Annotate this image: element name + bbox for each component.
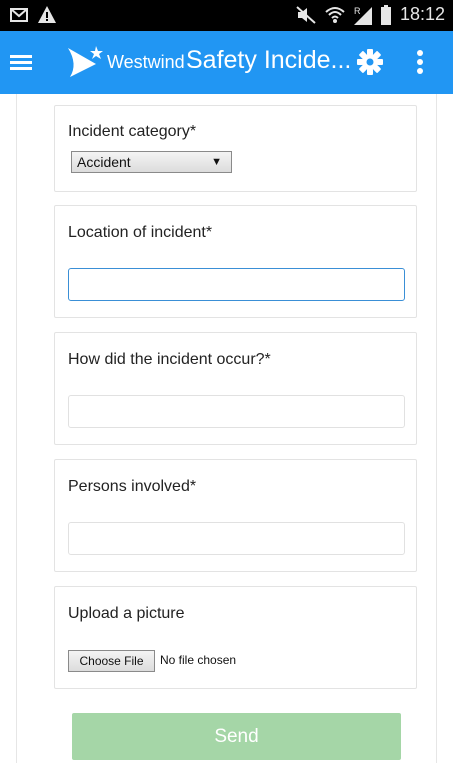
category-card: Incident category* Accident ▼ bbox=[54, 105, 417, 192]
battery-icon bbox=[380, 4, 391, 25]
status-bar-left bbox=[10, 6, 56, 23]
upload-label: Upload a picture bbox=[68, 605, 185, 622]
choose-file-button[interactable]: Choose File bbox=[68, 650, 155, 672]
persons-input[interactable] bbox=[68, 522, 405, 555]
location-card: Location of incident* bbox=[54, 205, 417, 318]
warning-icon bbox=[38, 6, 56, 23]
form-page: Incident category* Accident ▼ Location o… bbox=[16, 94, 437, 763]
brand-name: Westwind bbox=[107, 52, 185, 72]
signal-icon: R bbox=[353, 6, 372, 25]
location-label: Location of incident* bbox=[68, 224, 213, 241]
location-input[interactable] bbox=[68, 268, 405, 301]
occurrence-label: How did the incident occur?* bbox=[68, 351, 271, 368]
occurrence-input[interactable] bbox=[68, 395, 405, 428]
status-bar: R 18:12 bbox=[0, 0, 453, 31]
menu-button[interactable] bbox=[6, 44, 46, 80]
occurrence-card: How did the incident occur?* bbox=[54, 332, 417, 445]
page-title: Safety Incide... bbox=[186, 46, 352, 74]
mail-icon bbox=[10, 7, 28, 22]
persons-label: Persons involved* bbox=[68, 478, 197, 495]
hamburger-icon bbox=[10, 55, 32, 70]
westwind-logo-icon bbox=[68, 46, 103, 77]
svg-text:R: R bbox=[354, 6, 361, 16]
status-bar-right: R 18:12 bbox=[296, 4, 445, 25]
settings-button[interactable] bbox=[353, 45, 387, 79]
dropdown-arrow-icon: ▼ bbox=[211, 156, 222, 168]
persons-card: Persons involved* bbox=[54, 459, 417, 572]
overflow-menu-button[interactable] bbox=[408, 45, 432, 79]
upload-card: Upload a picture Choose File No file cho… bbox=[54, 586, 417, 689]
category-label: Incident category* bbox=[68, 123, 197, 140]
app-bar: Westwind Safety Incide... bbox=[0, 31, 453, 94]
file-status: No file chosen bbox=[160, 653, 237, 667]
clock: 18:12 bbox=[399, 4, 445, 24]
wifi-icon bbox=[325, 6, 345, 23]
category-selected-value: Accident bbox=[77, 154, 131, 170]
mute-icon bbox=[296, 5, 316, 24]
category-select[interactable]: Accident ▼ bbox=[71, 151, 232, 173]
gear-icon bbox=[357, 49, 383, 75]
send-button[interactable]: Send bbox=[72, 713, 401, 760]
